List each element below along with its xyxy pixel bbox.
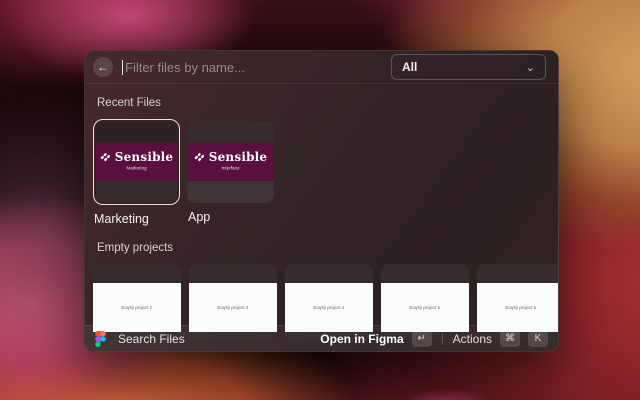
card-header [285, 264, 373, 283]
thumb-bottom [96, 181, 177, 202]
empty-project-label: Empty project 2 [122, 305, 153, 310]
empty-project-label: Empty project 6 [506, 305, 537, 310]
empty-project-label: Empty project 4 [314, 305, 345, 310]
selection-ring: Sensible Marketing [93, 119, 180, 205]
search-bar: ← All ⌄ [85, 51, 558, 84]
k-key-badge: K [528, 331, 548, 347]
thumb-top [96, 122, 177, 143]
banner-subtitle: Marketing [126, 166, 146, 171]
figma-logo-icon [95, 331, 106, 347]
brand-name: Sensible [115, 150, 174, 164]
brand-name: Sensible [209, 150, 268, 164]
footer-divider [442, 333, 443, 345]
chevron-down-icon: ⌄ [526, 61, 535, 74]
sensible-logo-icon [194, 152, 205, 163]
card-header [189, 264, 277, 283]
brand-banner: Sensible Marketing [96, 143, 177, 181]
card-header [477, 264, 558, 283]
file-thumbnail: Sensible Interface [187, 121, 274, 203]
search-files-label: Search Files [118, 332, 185, 346]
empty-projects-heading: Empty projects [97, 242, 550, 254]
empty-project-label: Empty project 5 [410, 305, 441, 310]
actions-button[interactable]: Actions [453, 332, 492, 346]
filter-dropdown-value: All [402, 60, 417, 74]
recent-files-row: Sensible Marketing Marketing [93, 119, 550, 226]
card-header [381, 264, 469, 283]
back-button[interactable]: ← [93, 57, 113, 77]
file-name-label: App [188, 210, 274, 224]
dialog-footer: Search Files Open in Figma ↵ Actions ⌘ K [85, 325, 558, 351]
search-input[interactable] [123, 60, 381, 75]
enter-key-badge: ↵ [412, 331, 432, 347]
command-icon: ⌘ [505, 334, 515, 344]
recent-files-heading: Recent Files [97, 97, 550, 109]
back-arrow-icon: ← [97, 61, 109, 73]
k-key-label: K [535, 334, 542, 344]
banner-subtitle: Interface [221, 166, 239, 171]
dialog-content: Recent Files [85, 84, 558, 351]
card-header [93, 264, 181, 283]
return-icon: ↵ [417, 334, 425, 344]
empty-project-label: Empty project 3 [218, 305, 249, 310]
file-card-app[interactable]: Sensible Interface App [187, 119, 274, 226]
open-in-figma-button[interactable]: Open in Figma [320, 332, 403, 346]
file-name-label: Marketing [94, 212, 180, 226]
thumb-bottom [187, 181, 274, 203]
sensible-logo-icon [100, 152, 111, 163]
filter-dropdown[interactable]: All ⌄ [391, 54, 546, 80]
brand-banner: Sensible Interface [187, 143, 274, 181]
file-card-marketing[interactable]: Sensible Marketing Marketing [93, 119, 180, 226]
quick-open-dialog: ← All ⌄ Recent Files [84, 50, 559, 352]
file-thumbnail: Sensible Marketing [96, 122, 177, 202]
command-key-badge: ⌘ [500, 331, 520, 347]
thumb-top [187, 121, 274, 143]
